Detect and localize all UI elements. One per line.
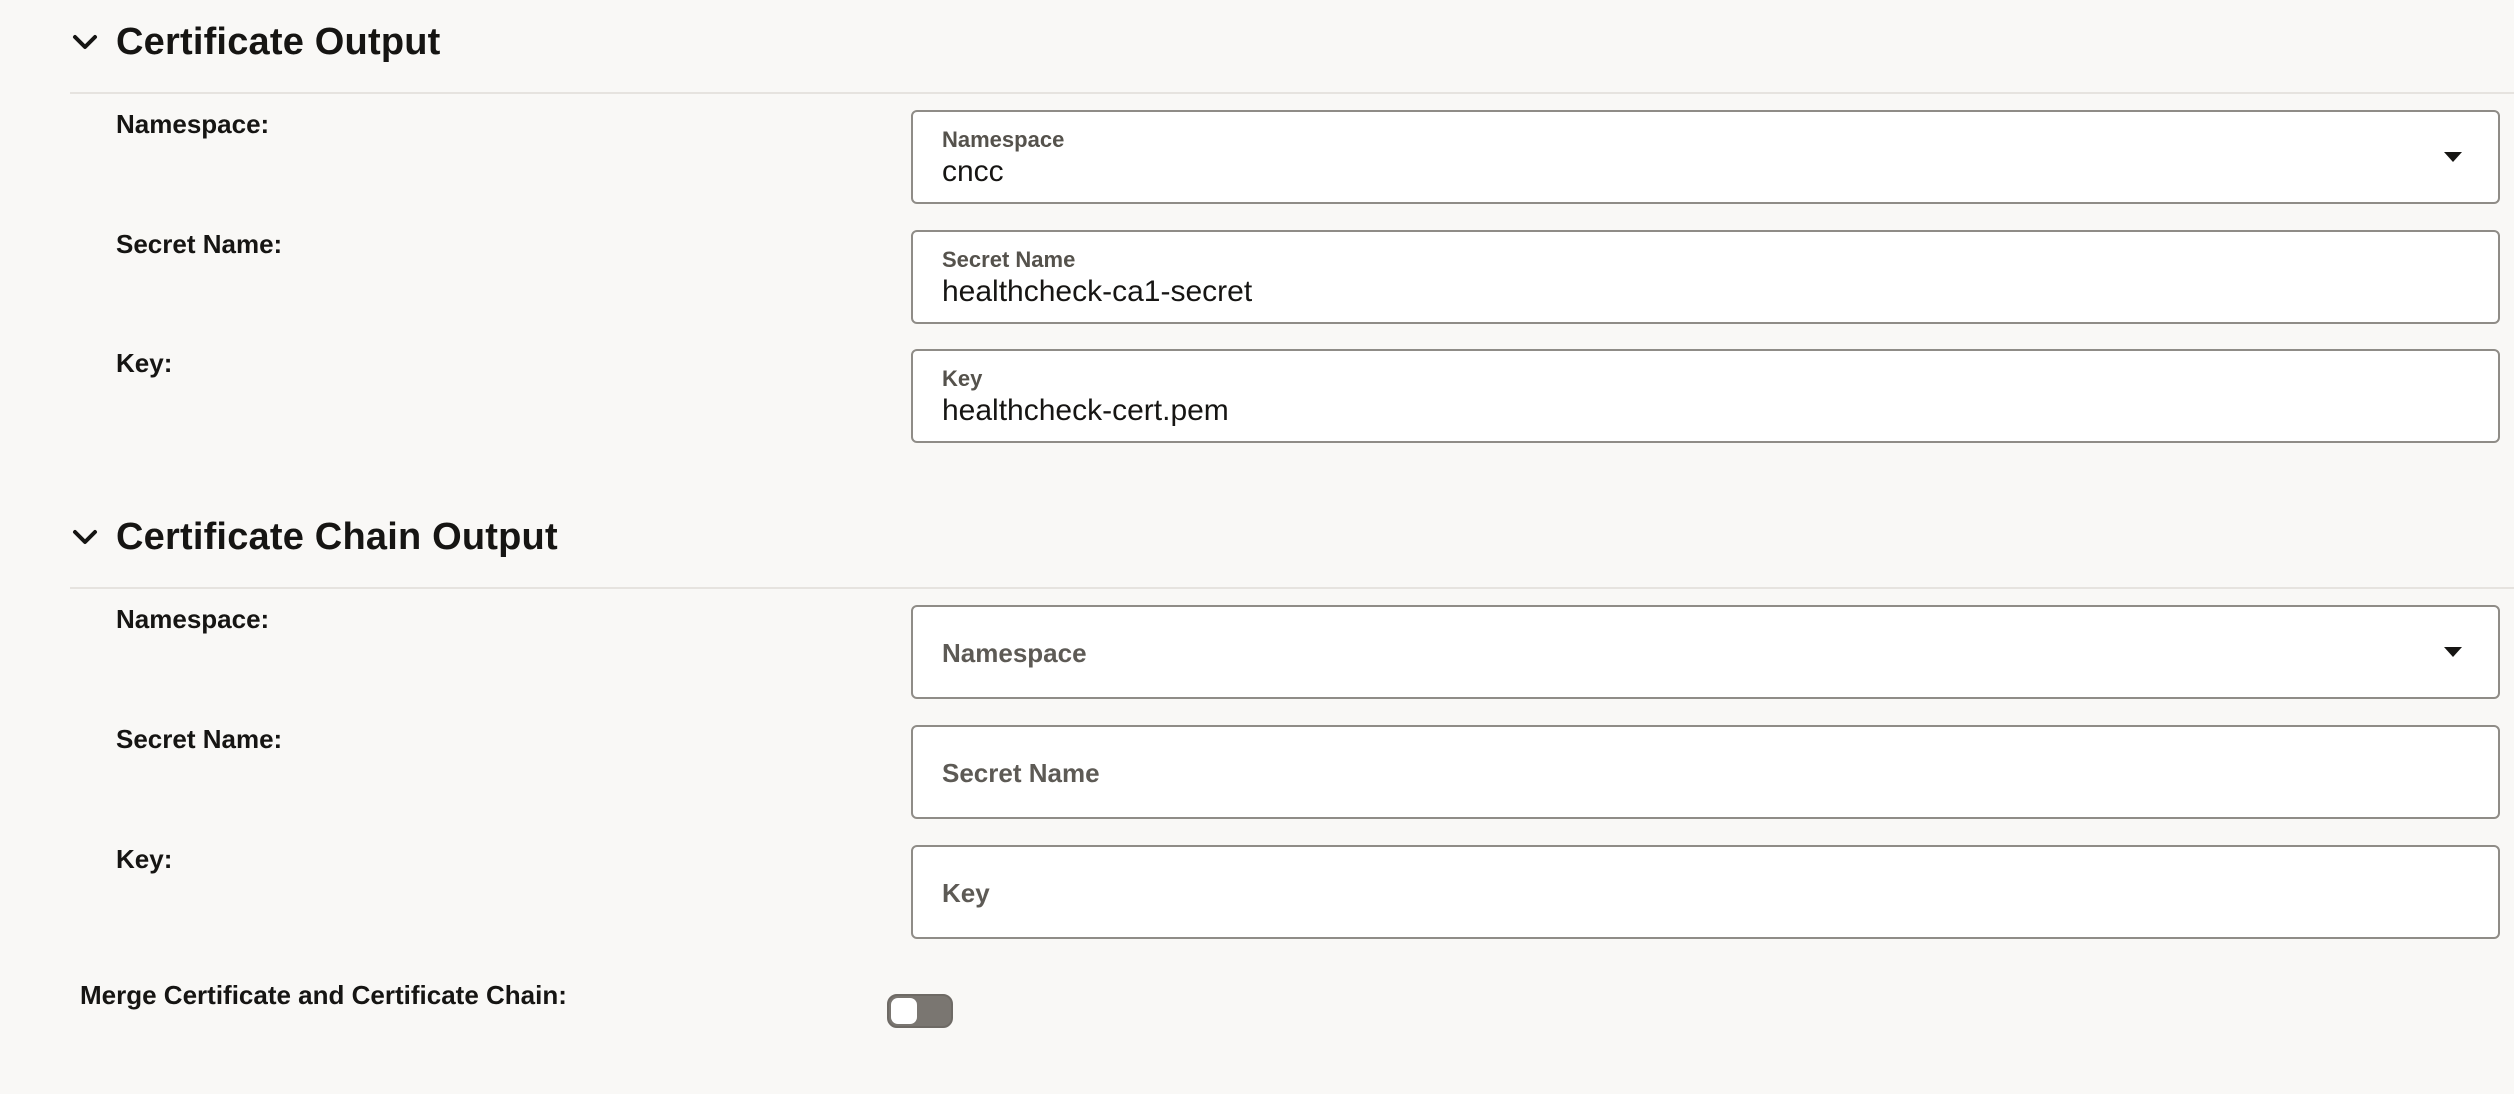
merge-certificate-toggle[interactable] [887,994,953,1028]
caret-down-icon[interactable] [2444,647,2462,657]
namespace-field-label: Namespace [942,127,1065,152]
chain-secret-name-label: Secret Name: [116,724,283,754]
key-field-value: healthcheck-cert.pem [942,394,1229,427]
chain-secret-name-placeholder: Secret Name [942,758,1100,788]
namespace-label: Namespace: [116,109,270,139]
section-title: Certificate Output [116,20,441,63]
chain-namespace-label: Namespace: [116,604,270,634]
key-field-label: Key [942,366,983,391]
chain-key-label: Key: [116,844,173,874]
chain-secret-name-input[interactable]: Secret Name [911,725,2500,819]
certificate-output-form: Certificate Output Namespace: Namespace … [0,0,2514,1094]
secret-name-field-value: healthcheck-ca1-secret [942,275,1253,308]
chevron-down-icon[interactable] [70,27,100,57]
caret-down-icon[interactable] [2444,152,2462,162]
section-divider [70,587,2514,589]
certificate-chain-output-section-header[interactable]: Certificate Chain Output [70,513,558,561]
chain-namespace-placeholder: Namespace [942,638,1087,668]
certificate-output-section-header[interactable]: Certificate Output [70,18,441,66]
secret-name-label: Secret Name: [116,229,283,259]
section-title: Certificate Chain Output [116,515,558,558]
section-divider [70,92,2514,94]
chain-key-placeholder: Key [942,878,990,908]
merge-certificate-label: Merge Certificate and Certificate Chain: [80,980,567,1010]
secret-name-input[interactable]: Secret Name healthcheck-ca1-secret [911,230,2500,324]
namespace-select[interactable]: Namespace cncc [911,110,2500,204]
key-input[interactable]: Key healthcheck-cert.pem [911,349,2500,443]
chain-key-input[interactable]: Key [911,845,2500,939]
key-label: Key: [116,348,173,378]
secret-name-field-label: Secret Name [942,247,1076,272]
chevron-down-icon[interactable] [70,522,100,552]
toggle-knob [891,998,917,1024]
namespace-field-value: cncc [942,155,1004,188]
chain-namespace-select[interactable]: Namespace [911,605,2500,699]
